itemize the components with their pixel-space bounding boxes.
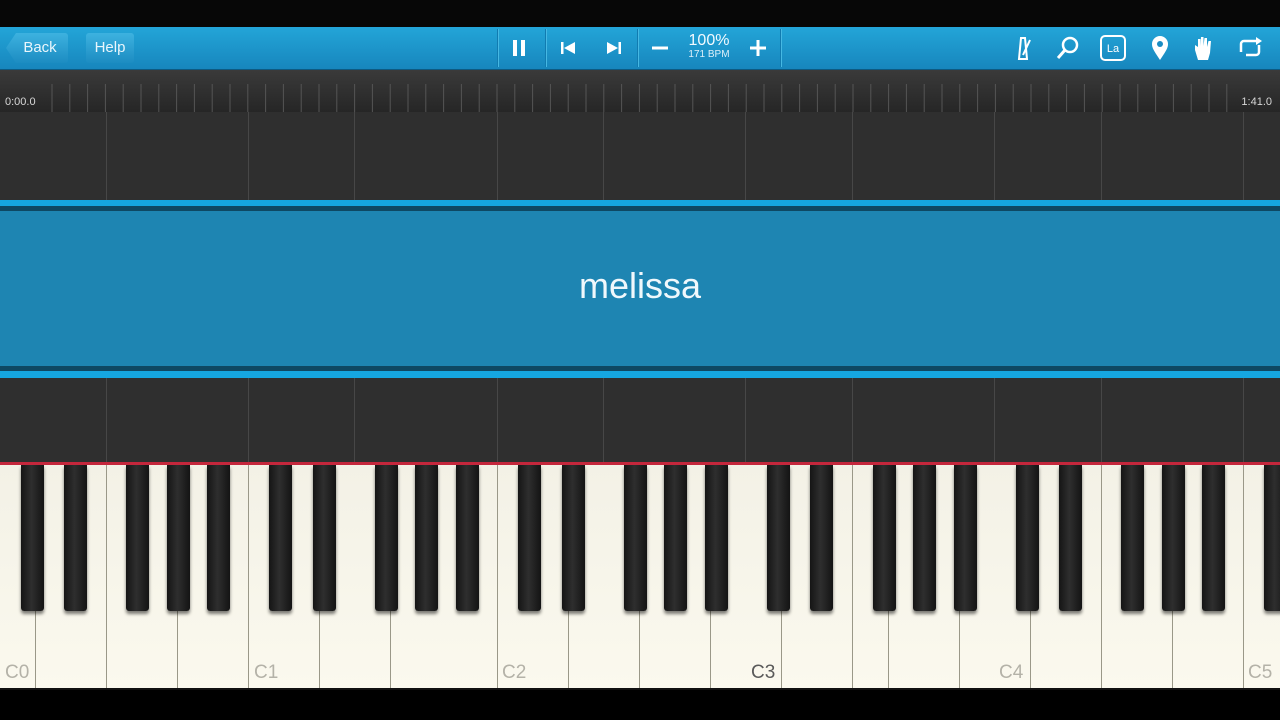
black-key[interactable] — [766, 465, 790, 611]
timeline-ticks — [51, 84, 1228, 112]
location-pin-icon[interactable] — [1146, 35, 1174, 61]
measure-line — [1101, 112, 1102, 200]
separator — [637, 29, 638, 67]
octave-label-c0: C0 — [5, 662, 30, 683]
measure-line — [1243, 378, 1244, 462]
black-key[interactable] — [20, 465, 44, 611]
black-key[interactable] — [166, 465, 190, 611]
separator — [497, 29, 498, 67]
measure-line — [1101, 378, 1102, 462]
black-key[interactable] — [913, 465, 937, 611]
help-button[interactable]: Help — [86, 33, 134, 63]
end-time: 1:41.0 — [1241, 96, 1272, 108]
black-key[interactable] — [872, 465, 896, 611]
measure-line — [248, 112, 249, 200]
measure-line — [603, 112, 604, 200]
black-key[interactable] — [269, 465, 293, 611]
magnifier-icon[interactable] — [1054, 35, 1082, 61]
bottom-letterbox — [0, 690, 1280, 720]
octave-label-c3: C3 — [751, 662, 776, 683]
octave-label-c1: C1 — [254, 662, 279, 683]
black-key[interactable] — [126, 465, 150, 611]
key-labels-icon[interactable]: La — [1099, 35, 1127, 61]
toolbar: Back Help 100% 171 BPM La — [0, 27, 1280, 70]
song-title-band: melissa — [0, 200, 1280, 378]
black-key[interactable] — [1121, 465, 1145, 611]
separator — [545, 29, 546, 67]
note-lane-lower — [0, 378, 1280, 462]
black-key[interactable] — [207, 465, 231, 611]
hand-icon[interactable] — [1190, 35, 1218, 61]
loop-icon[interactable] — [1236, 35, 1264, 61]
skip-back-icon[interactable] — [560, 40, 576, 56]
black-key[interactable] — [1015, 465, 1039, 611]
black-key[interactable] — [374, 465, 398, 611]
measure-line — [603, 378, 604, 462]
speed-display[interactable]: 100% 171 BPM — [681, 32, 737, 60]
measure-line — [852, 378, 853, 462]
speed-percent: 100% — [688, 32, 730, 49]
playback-controls: 100% 171 BPM — [497, 27, 781, 69]
black-key[interactable] — [664, 465, 688, 611]
metronome-icon[interactable] — [1009, 35, 1037, 61]
playhead-line — [0, 462, 1280, 465]
skip-forward-icon[interactable] — [606, 40, 622, 56]
black-key[interactable] — [456, 465, 480, 611]
piano-keyboard[interactable]: C0 C1 C2 C3 C4 C5 — [0, 462, 1280, 690]
svg-text:La: La — [1107, 43, 1120, 55]
black-key[interactable] — [1264, 465, 1280, 611]
measure-line — [106, 378, 107, 462]
timeline-scrubber[interactable]: 0:00.0 1:41.0 — [0, 70, 1280, 112]
note-lane-upper — [0, 112, 1280, 200]
measure-line — [354, 112, 355, 200]
separator — [780, 29, 781, 67]
measure-line — [745, 112, 746, 200]
black-key[interactable] — [704, 465, 728, 611]
measure-line — [497, 112, 498, 200]
measure-line — [1243, 112, 1244, 200]
black-key[interactable] — [1059, 465, 1083, 611]
black-key[interactable] — [561, 465, 585, 611]
measure-line — [497, 378, 498, 462]
start-time: 0:00.0 — [5, 96, 36, 108]
back-button[interactable]: Back — [6, 33, 68, 63]
octave-label-c4: C4 — [999, 662, 1024, 683]
black-key[interactable] — [64, 465, 88, 611]
plus-icon[interactable] — [749, 39, 767, 57]
octave-label-c5: C5 — [1248, 662, 1273, 683]
black-key[interactable] — [312, 465, 336, 611]
measure-line — [745, 378, 746, 462]
song-title: melissa — [578, 265, 702, 306]
measure-line — [852, 112, 853, 200]
black-key[interactable] — [810, 465, 834, 611]
tool-icons: La — [1000, 27, 1280, 69]
measure-line — [106, 112, 107, 200]
measure-line — [354, 378, 355, 462]
band-shadow-top — [0, 206, 1280, 211]
black-key[interactable] — [623, 465, 647, 611]
black-key[interactable] — [518, 465, 542, 611]
top-letterbox — [0, 0, 1280, 27]
black-key[interactable] — [1161, 465, 1185, 611]
bpm-readout: 171 BPM — [688, 49, 730, 60]
measure-line — [248, 378, 249, 462]
measure-line — [994, 378, 995, 462]
measure-line — [994, 112, 995, 200]
pause-icon[interactable] — [510, 39, 528, 57]
black-key[interactable] — [953, 465, 977, 611]
minus-icon[interactable] — [651, 39, 669, 57]
band-border-bottom — [0, 371, 1280, 378]
black-key[interactable] — [1202, 465, 1226, 611]
octave-label-c2: C2 — [502, 662, 527, 683]
black-key[interactable] — [415, 465, 439, 611]
